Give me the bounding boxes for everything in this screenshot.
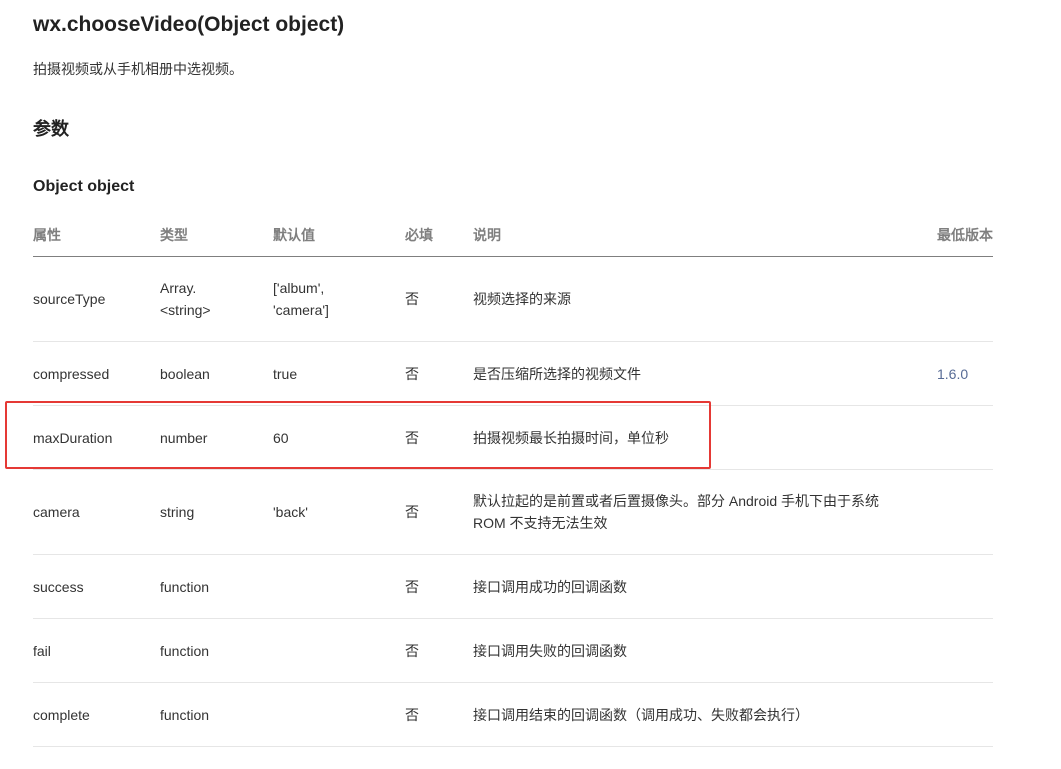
cell-description: 接口调用成功的回调函数 bbox=[473, 578, 627, 595]
cell-property: maxDuration bbox=[33, 429, 113, 446]
cell-default: ['album', 'camera'] bbox=[273, 277, 383, 321]
cell-description: 拍摄视频最长拍摄时间，单位秒 bbox=[473, 429, 669, 446]
cell-default: true bbox=[273, 365, 298, 382]
table-row: fail function 否 接口调用失败的回调函数 bbox=[33, 619, 993, 683]
cell-property: complete bbox=[33, 706, 90, 723]
header-min-version: 最低版本 bbox=[937, 227, 993, 243]
header-property: 属性 bbox=[33, 227, 61, 243]
table-header-row: 属性 类型 默认值 必填 说明 最低版本 bbox=[33, 211, 993, 257]
table-row: camera string 'back' 否 默认拉起的是前置或者后置摄像头。部… bbox=[33, 470, 993, 555]
cell-type: function bbox=[160, 642, 210, 659]
cell-default: 60 bbox=[273, 429, 289, 446]
cell-type: boolean bbox=[160, 365, 210, 382]
cell-property: fail bbox=[33, 642, 51, 659]
cell-required: 否 bbox=[405, 365, 419, 382]
cell-type-line: <string> bbox=[160, 302, 211, 318]
table-row: success function 否 接口调用成功的回调函数 bbox=[33, 555, 993, 619]
cell-default-line: ['album', bbox=[273, 280, 325, 296]
min-version-link[interactable]: 1.6.0 bbox=[937, 363, 993, 385]
cell-description: 是否压缩所选择的视频文件 bbox=[473, 365, 641, 382]
header-type: 类型 bbox=[160, 227, 188, 243]
cell-type: function bbox=[160, 706, 210, 723]
api-description: 拍摄视频或从手机相册中选视频。 bbox=[33, 61, 243, 77]
cell-required: 否 bbox=[405, 642, 419, 659]
cell-required: 否 bbox=[405, 706, 419, 723]
cell-default-line: 'camera'] bbox=[273, 302, 329, 318]
cell-default: 'back' bbox=[273, 504, 308, 520]
cell-property: sourceType bbox=[33, 291, 106, 307]
page-title: wx.chooseVideo(Object object) bbox=[33, 13, 345, 36]
cell-type: string bbox=[160, 504, 195, 520]
cell-required: 否 bbox=[405, 429, 419, 446]
table-row: compressed boolean true 否 是否压缩所选择的视频文件 1… bbox=[33, 342, 993, 406]
header-required: 必填 bbox=[405, 227, 433, 243]
section-heading-object: Object object bbox=[33, 178, 135, 195]
cell-description: 视频选择的来源 bbox=[473, 291, 571, 307]
cell-type: number bbox=[160, 429, 208, 446]
cell-description-line: 默认拉起的是前置或者后置摄像头。部分 Android 手机下由于系统 bbox=[473, 493, 880, 509]
cell-required: 否 bbox=[405, 578, 419, 595]
cell-description: 默认拉起的是前置或者后置摄像头。部分 Android 手机下由于系统 ROM 不支… bbox=[473, 490, 903, 534]
table-row: maxDuration number 60 否 拍摄视频最长拍摄时间，单位秒 bbox=[33, 406, 993, 470]
cell-description: 接口调用结束的回调函数（调用成功、失败都会执行） bbox=[473, 706, 809, 723]
params-table: 属性 类型 默认值 必填 说明 最低版本 sourceType Array. <s… bbox=[33, 211, 993, 747]
cell-property: compressed bbox=[33, 365, 110, 382]
cell-property: camera bbox=[33, 504, 80, 520]
section-heading-params: 参数 bbox=[33, 119, 69, 139]
header-default: 默认值 bbox=[273, 227, 315, 243]
cell-description: 接口调用失败的回调函数 bbox=[473, 642, 627, 659]
table-row: sourceType Array. <string> ['album', 'came… bbox=[33, 257, 993, 342]
cell-type: function bbox=[160, 578, 210, 595]
header-description: 说明 bbox=[473, 227, 501, 243]
cell-description-line: ROM 不支持无法生效 bbox=[473, 515, 608, 531]
table-row: complete function 否 接口调用结束的回调函数（调用成功、失败都… bbox=[33, 683, 993, 747]
cell-type: Array. <string> bbox=[160, 277, 260, 321]
doc-page: wx.chooseVideo(Object object) 拍摄视频或从手机相册… bbox=[0, 0, 1061, 769]
cell-property: success bbox=[33, 578, 84, 595]
cell-required: 否 bbox=[405, 291, 419, 307]
cell-type-line: Array. bbox=[160, 280, 197, 296]
cell-required: 否 bbox=[405, 504, 419, 520]
